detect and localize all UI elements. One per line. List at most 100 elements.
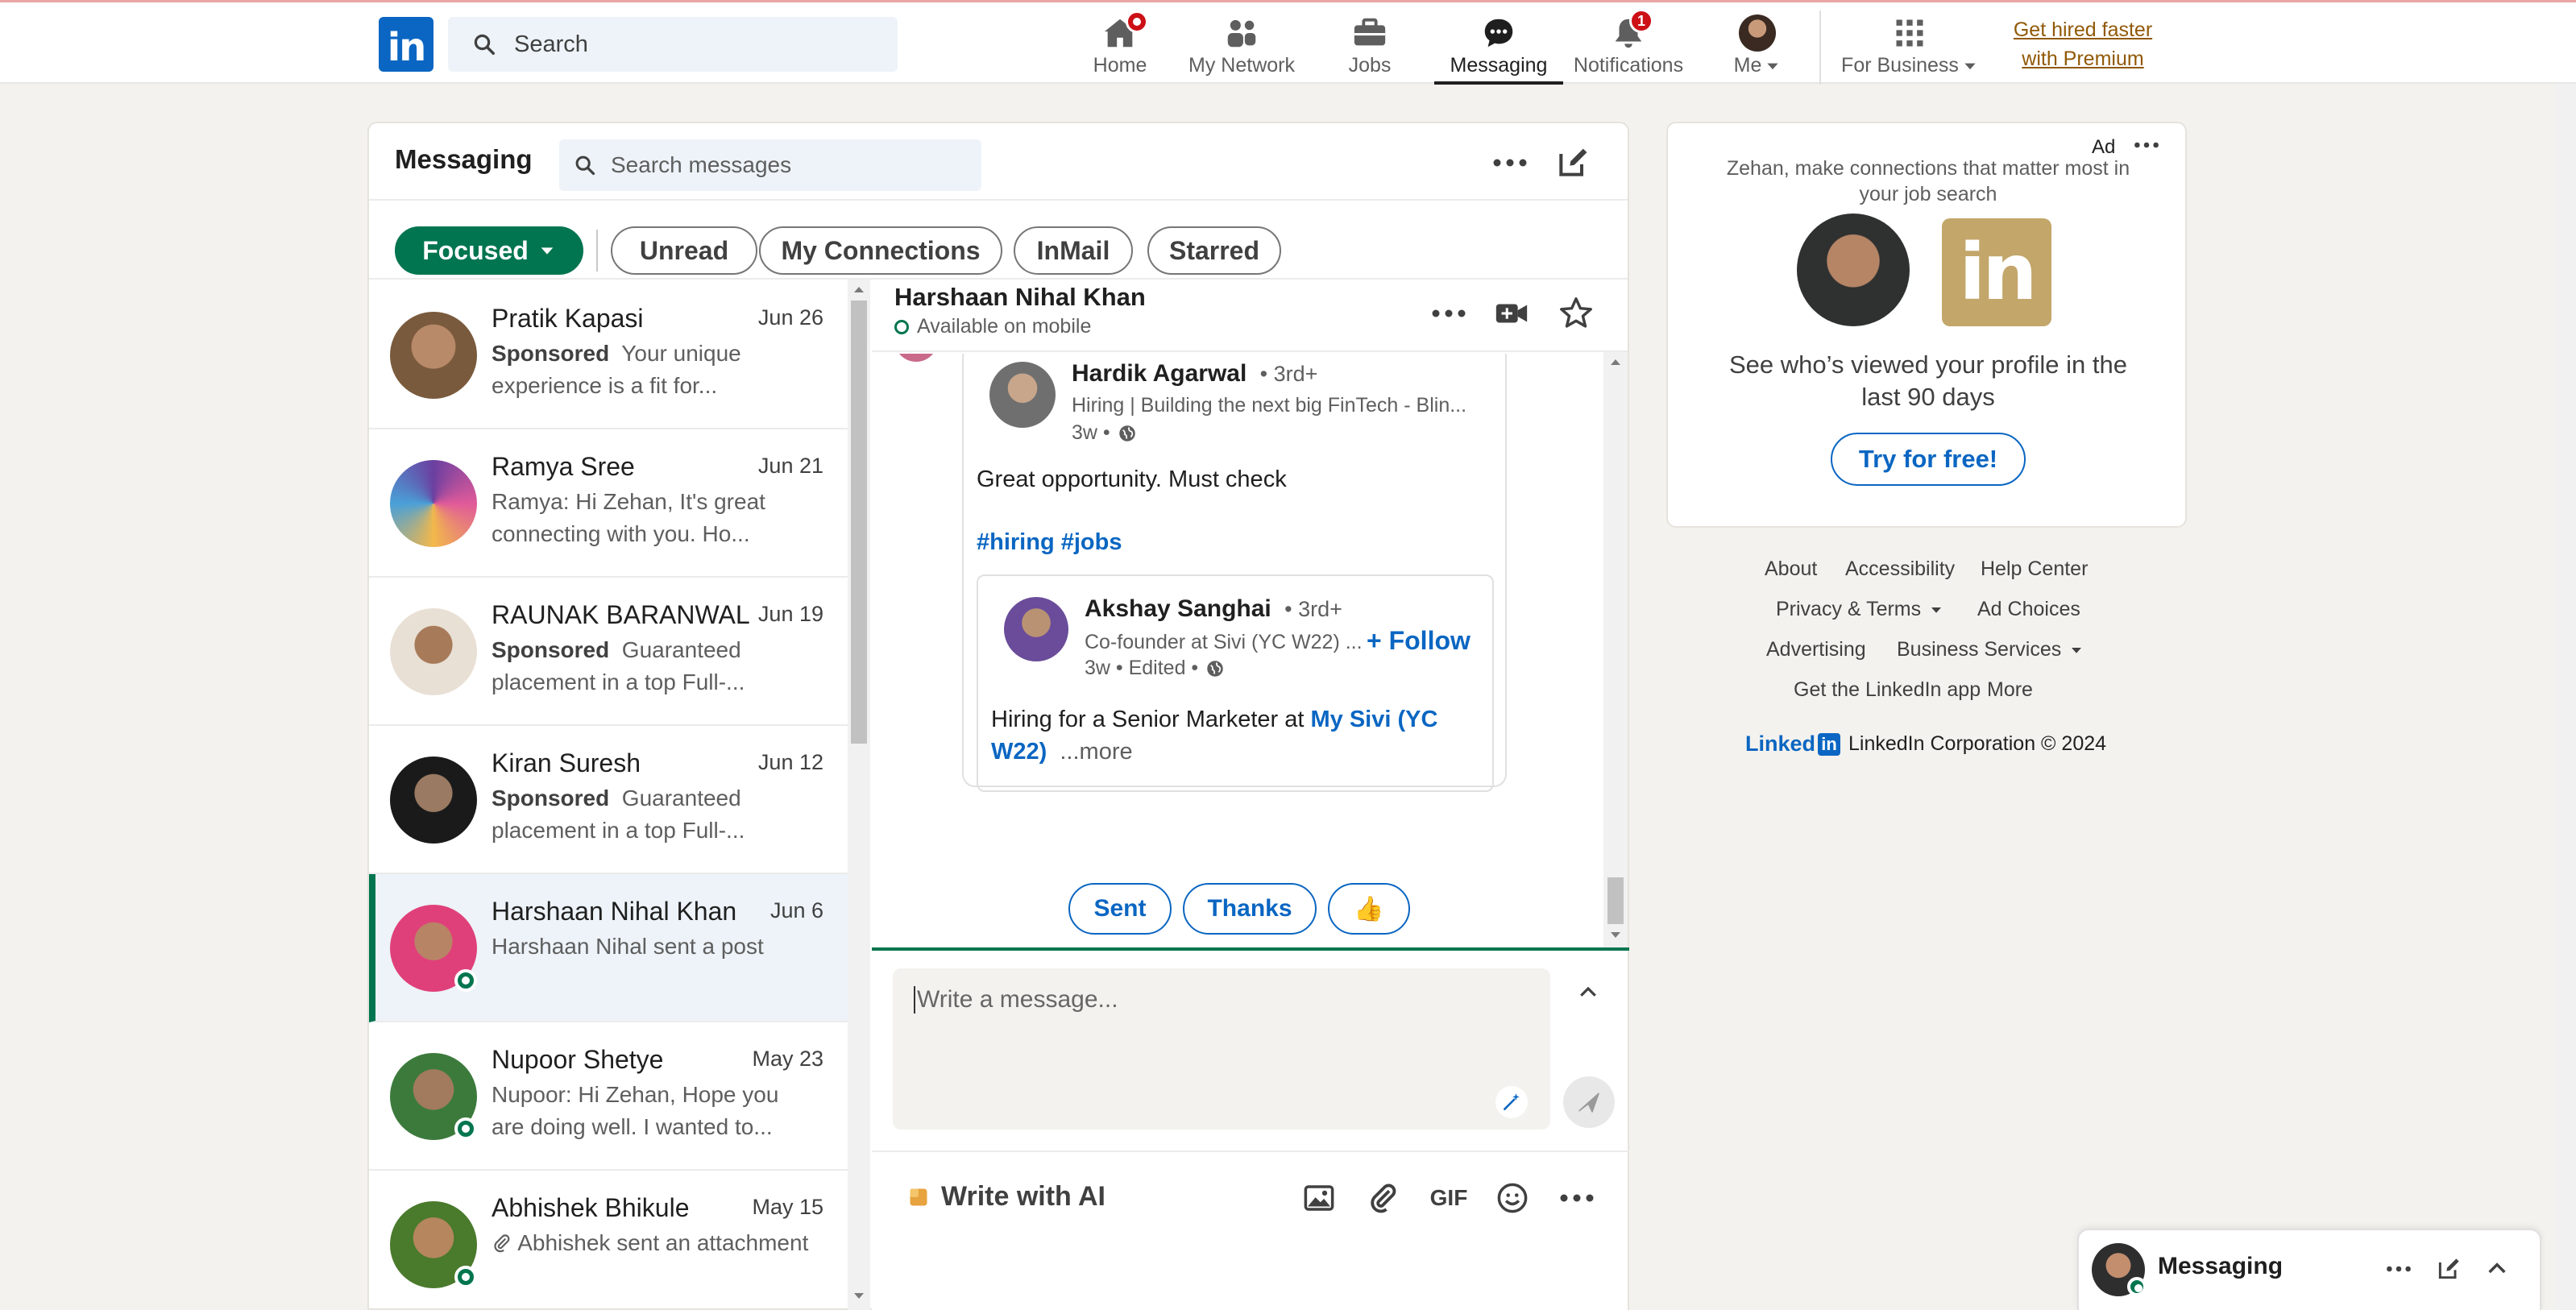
premium-line-2: with Premium <box>2022 48 2144 70</box>
video-call-button[interactable] <box>1489 292 1534 334</box>
nav-home[interactable]: Home <box>1080 10 1160 85</box>
ad-cta-button[interactable]: Try for free! <box>1831 433 2026 486</box>
briefcase-icon <box>1351 12 1388 54</box>
message-thread: Hardik Agarwal • 3rd+ Hiring | Building … <box>872 354 1603 947</box>
quick-reply-thumbs-up[interactable]: 👍 <box>1328 883 1410 935</box>
compose-message-button[interactable] <box>1550 141 1595 184</box>
star-conversation-button[interactable] <box>1553 292 1599 334</box>
nav-for-business-label: For Business <box>1841 54 1959 77</box>
conversation-more-button[interactable] <box>1426 296 1471 331</box>
bell-icon: 1 <box>1610 9 1653 54</box>
nav-my-network[interactable]: My Network <box>1181 12 1302 85</box>
conversation-item[interactable]: Kiran Suresh Jun 12 Sponsored Guaranteed… <box>369 726 848 874</box>
conversation-list-scrollbar[interactable] <box>848 280 870 1310</box>
compose-icon <box>1559 148 1587 176</box>
footer-link-about[interactable]: About <box>1765 558 1817 581</box>
reshare-author[interactable]: Akshay Sanghai <box>1085 595 1271 622</box>
ad-more-button[interactable] <box>2130 133 2163 157</box>
messaging-overlay-expand-button[interactable] <box>2479 1251 2516 1287</box>
footer-link-business-services[interactable]: Business Services <box>1897 638 2084 661</box>
follow-button[interactable]: + Follow <box>1367 626 1471 656</box>
quick-reply-thanks[interactable]: Thanks <box>1183 883 1317 935</box>
message-input[interactable]: Write a message... <box>893 968 1550 1130</box>
messaging-more-button[interactable] <box>1487 143 1533 183</box>
global-search-input[interactable]: Search <box>448 17 898 72</box>
conversation-date: Jun 21 <box>757 454 823 478</box>
compose-more-button[interactable] <box>1555 1178 1599 1218</box>
conversation-header: Harshaan Nihal Khan Available on mobile <box>872 280 1628 352</box>
footer-link-privacy-terms[interactable]: Privacy & Terms <box>1776 598 1943 621</box>
quick-reply-sent[interactable]: Sent <box>1068 883 1172 935</box>
filter-inmail[interactable]: InMail <box>1014 226 1133 275</box>
conversation-snippet: Abhishek sent an attachment <box>492 1227 814 1259</box>
user-avatar <box>1797 213 1910 326</box>
conversation-item-active[interactable]: Harshaan Nihal Khan Jun 6 Harshaan Nihal… <box>369 874 848 1022</box>
footer-link-ad-choices[interactable]: Ad Choices <box>1977 598 2080 621</box>
nav-notifications[interactable]: 1 Notifications <box>1571 9 1686 85</box>
conversation-status: Available on mobile <box>917 315 1092 338</box>
send-button[interactable] <box>1563 1076 1615 1128</box>
see-more-link[interactable]: ...more <box>1060 739 1132 765</box>
post-author[interactable]: Hardik Agarwal <box>1072 360 1247 387</box>
scrollbar-thumb[interactable] <box>851 301 867 744</box>
write-with-ai-label: Write with AI <box>941 1181 1105 1212</box>
reshared-post-card[interactable]: Akshay Sanghai • 3rd+ Co-founder at Sivi… <box>977 574 1494 792</box>
grid-icon <box>1892 12 1927 54</box>
online-status-icon <box>454 1266 477 1288</box>
filter-my-connections[interactable]: My Connections <box>759 226 1002 275</box>
write-with-ai-button[interactable]: Write with AI <box>907 1181 1105 1213</box>
conversation-name: Harshaan Nihal Khan <box>492 897 737 926</box>
messaging-overlay-more-button[interactable] <box>2380 1253 2417 1285</box>
emoji-button[interactable] <box>1492 1178 1533 1218</box>
nav-divider <box>1819 10 1821 85</box>
scroll-up-icon <box>854 287 864 292</box>
sponsored-label: Sponsored <box>492 786 610 810</box>
page-scrollbar[interactable] <box>2554 84 2576 1310</box>
filter-focused[interactable]: Focused <box>395 226 583 275</box>
filter-unread[interactable]: Unread <box>611 226 757 275</box>
expand-compose-button[interactable] <box>1568 976 1608 1009</box>
chevron-up-icon <box>1580 986 1596 997</box>
shared-post-card[interactable]: Hardik Agarwal • 3rd+ Hiring | Building … <box>962 354 1507 792</box>
nav-me[interactable]: Me <box>1721 12 1794 85</box>
messages-search-input[interactable]: Search messages <box>559 139 981 191</box>
sponsored-label: Sponsored <box>492 341 610 366</box>
messaging-overlay-compose-button[interactable] <box>2430 1251 2467 1287</box>
thread-scrollbar[interactable] <box>1603 352 1628 947</box>
attach-file-button[interactable] <box>1363 1178 1404 1218</box>
conversation-item[interactable]: Nupoor Shetye May 23 Nupoor: Hi Zehan, H… <box>369 1022 848 1171</box>
footer-link-more[interactable]: More <box>1987 678 2033 702</box>
nav-jobs[interactable]: Jobs <box>1329 12 1410 85</box>
conversation-title[interactable]: Harshaan Nihal Khan <box>894 283 1146 312</box>
paperclip-icon <box>1371 1184 1396 1213</box>
post-time: 3w • <box>1072 421 1110 444</box>
nav-home-label: Home <box>1093 54 1147 77</box>
online-status-icon <box>454 1117 477 1140</box>
linkedin-logo[interactable]: in <box>379 17 433 72</box>
premium-upsell-link[interactable]: Get hired faster with Premium <box>2006 15 2159 73</box>
footer-link-get-app[interactable]: Get the LinkedIn app <box>1794 678 1981 702</box>
footer-link-advertising[interactable]: Advertising <box>1766 638 1866 661</box>
scrollbar-thumb[interactable] <box>1607 877 1624 924</box>
filter-starred[interactable]: Starred <box>1147 226 1281 275</box>
messaging-overlay-bar[interactable]: Messaging <box>2077 1229 2541 1310</box>
attach-image-button[interactable] <box>1299 1178 1339 1218</box>
nav-for-business[interactable]: For Business <box>1837 12 1982 85</box>
conversation-item[interactable]: Ramya Sree Jun 21 Ramya: Hi Zehan, It's … <box>369 429 848 578</box>
filter-separator <box>596 230 598 272</box>
gif-button[interactable]: GIF <box>1426 1178 1471 1218</box>
conversation-snippet: Sponsored Guaranteed placement in a top … <box>492 634 814 699</box>
avatar <box>1004 597 1068 661</box>
footer-link-accessibility[interactable]: Accessibility <box>1845 558 1955 581</box>
nav-messaging[interactable]: Messaging <box>1434 12 1563 85</box>
emoji-icon <box>1497 1183 1528 1213</box>
conversation-item[interactable]: Abhishek Bhikule May 15 Abhishek sent an… <box>369 1171 848 1308</box>
conversation-name: Abhishek Bhikule <box>492 1193 690 1222</box>
footer-link-help-center[interactable]: Help Center <box>1981 558 2088 581</box>
conversation-item[interactable]: Pratik Kapasi Jun 26 Sponsored Your uniq… <box>369 281 848 429</box>
search-icon <box>575 155 595 176</box>
messaging-overlay-title: Messaging <box>2158 1253 2284 1279</box>
conversation-item[interactable]: RAUNAK BARANWAL Jun 19 Sponsored Guarant… <box>369 578 848 726</box>
post-hashtags[interactable]: #hiring #jobs <box>977 529 1122 556</box>
ai-rewrite-button[interactable] <box>1495 1086 1528 1118</box>
